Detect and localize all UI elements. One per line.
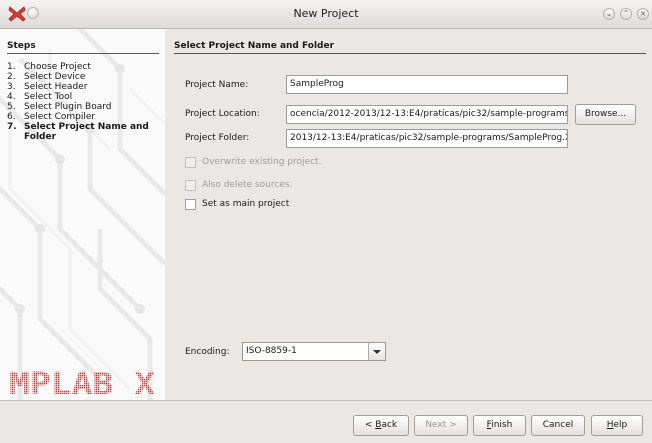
next-button[interactable]: Next > xyxy=(414,415,468,436)
checkbox-box[interactable] xyxy=(185,157,196,168)
close-icon[interactable]: × xyxy=(637,8,649,20)
maximize-icon[interactable]: ⌃ xyxy=(620,8,632,20)
main-project-label: Set as main project xyxy=(202,199,290,209)
checkbox-box[interactable] xyxy=(185,180,196,191)
steps-heading: Steps xyxy=(7,41,36,51)
mplabx-logo: MPLAB X xyxy=(8,367,158,400)
step-item-current: 7. Select Project Name and Folder xyxy=(7,122,149,142)
step-item: 5. Select Plugin Board xyxy=(7,102,112,112)
minimize-icon[interactable]: ⌄ xyxy=(603,8,615,20)
step-item: 4. Select Tool xyxy=(7,92,73,102)
encoding-select[interactable]: ISO-8859-1 xyxy=(242,342,386,361)
steps-divider xyxy=(7,53,159,54)
help-button[interactable]: Help xyxy=(591,415,643,436)
cancel-button[interactable]: Cancel xyxy=(531,415,585,436)
steps-pane: Steps 1. Choose Project 2. Select Device 3… xyxy=(0,29,165,400)
project-name-label: Project Name: xyxy=(185,80,249,90)
back-button[interactable]: < Back xyxy=(353,415,409,436)
overwrite-project-label: Overwrite existing project. xyxy=(202,157,322,167)
delete-sources-label: Also delete sources. xyxy=(202,180,293,190)
project-location-input[interactable]: ocencia/2012-2013/12-13:E4/praticas/pic3… xyxy=(286,105,568,124)
step-item: 2. Select Device xyxy=(7,72,86,82)
svg-text:MPLAB X: MPLAB X xyxy=(9,367,155,399)
panel-heading: Select Project Name and Folder xyxy=(174,41,335,51)
project-folder-label: Project Folder: xyxy=(185,133,250,143)
step-item: 6. Select Compiler xyxy=(7,112,96,122)
project-location-label: Project Location: xyxy=(185,109,260,119)
encoding-value: ISO-8859-1 xyxy=(246,346,297,356)
project-folder-input[interactable]: 2013/12-13:E4/praticas/pic32/sample-prog… xyxy=(286,129,568,148)
encoding-label: Encoding: xyxy=(185,347,230,357)
checkbox-box[interactable] xyxy=(185,199,196,210)
chevron-down-icon[interactable] xyxy=(368,343,385,360)
browse-button[interactable]: Browse... xyxy=(575,104,636,125)
window-title: New Project xyxy=(293,7,359,20)
title-bar: New Project ⌄ ⌃ × xyxy=(0,0,652,29)
footer-divider xyxy=(0,400,652,401)
finish-button[interactable]: Finish xyxy=(473,415,526,436)
panel-divider xyxy=(174,53,646,54)
step-item: 1. Choose Project xyxy=(7,62,91,72)
project-name-input[interactable]: SampleProg xyxy=(286,75,568,94)
step-item: 3. Select Header xyxy=(7,82,88,92)
